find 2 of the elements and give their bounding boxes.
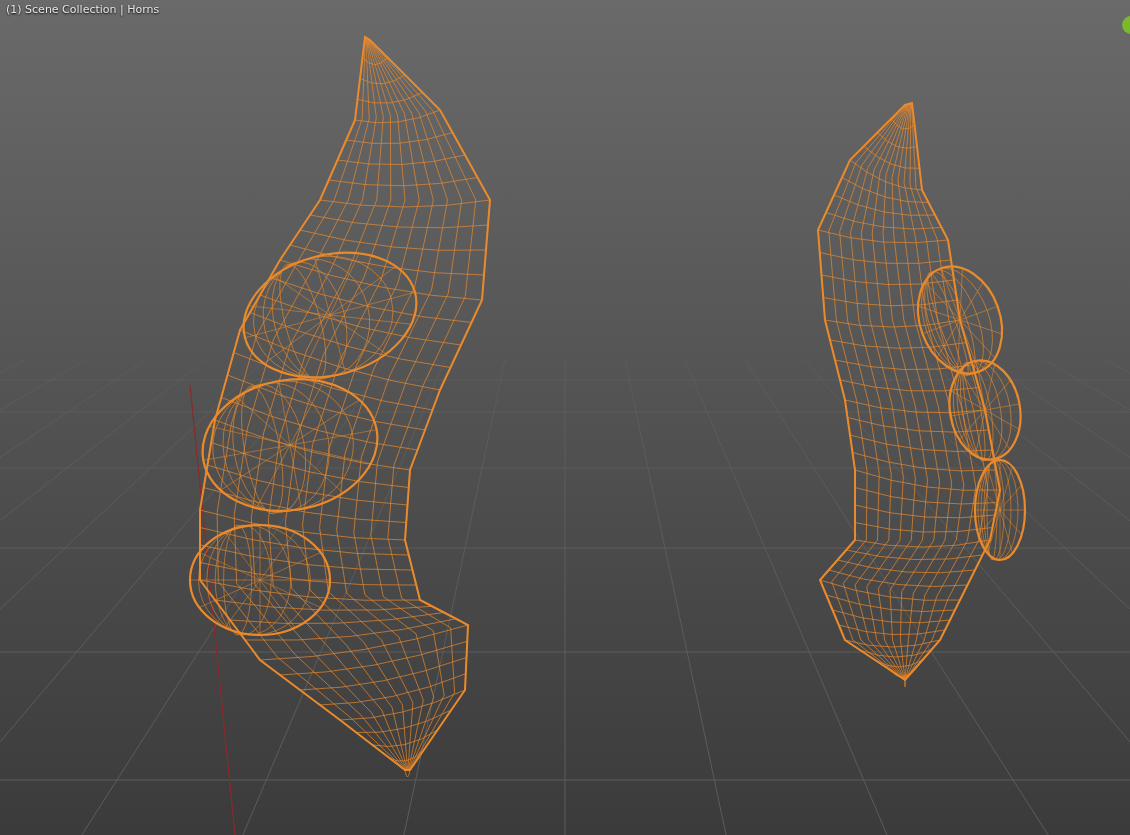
viewport-header-text: (1) Scene Collection | Horns	[6, 2, 160, 18]
3d-viewport[interactable]: (1) Scene Collection | Horns	[0, 0, 1130, 835]
